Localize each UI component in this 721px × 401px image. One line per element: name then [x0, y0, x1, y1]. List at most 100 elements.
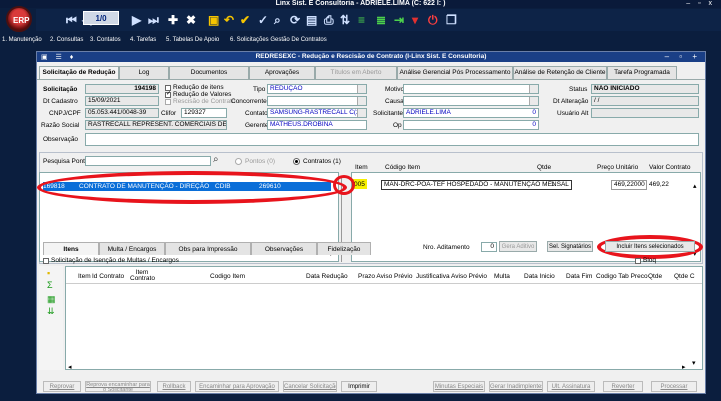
bottom-tab-observacoes[interactable]: Observações — [251, 242, 317, 255]
concorrente-label: Concorrente — [231, 98, 267, 105]
aditamento-field[interactable]: 0 — [481, 242, 497, 252]
menu-item-manutencao[interactable]: 1. Manutenção — [2, 36, 42, 45]
tab-aprovacoes[interactable]: Aprovações — [249, 66, 315, 79]
window-controls[interactable]: – ▫ + — [665, 52, 701, 62]
list-green-icon[interactable]: ≡ — [358, 13, 365, 27]
encaminhar-aprovacao-button[interactable]: Encaminhar para Aprovação — [195, 381, 279, 392]
check-icon[interactable]: ✓ — [258, 13, 268, 27]
search-icon[interactable]: ⌕ — [213, 154, 219, 165]
reprovar-button[interactable]: Reprovar — [43, 381, 81, 392]
motivo-select[interactable] — [403, 84, 539, 94]
concorrente-select[interactable] — [267, 96, 367, 106]
refresh-icon[interactable]: ⟳ — [290, 13, 300, 27]
page-counter-input[interactable]: 1/0 — [83, 11, 119, 25]
incluir-itens-button[interactable]: Incluir Itens selecionados — [605, 241, 695, 252]
menu-item-tarefas[interactable]: 4. Tarefas — [130, 36, 156, 45]
tab-titulos-aberto[interactable]: Títulos em Aberto — [315, 66, 397, 79]
bottom-tab-fidelizacao[interactable]: Fidelização — [317, 242, 371, 255]
minutas-especiais-button[interactable]: Minutas Especiais — [433, 381, 485, 392]
tipo-select[interactable]: REDUÇÃO — [267, 84, 367, 94]
save-icon[interactable]: ▣ — [208, 13, 219, 27]
sel-signatarios-button[interactable]: Sel. Signatários — [547, 241, 593, 252]
last-record-icon[interactable]: ⏭ — [148, 13, 159, 27]
stop-icon[interactable]: ⏻ — [428, 13, 438, 27]
sort-icon[interactable]: ⇅ — [340, 13, 350, 27]
rescisao-checkbox[interactable] — [165, 99, 171, 105]
collapse-icon[interactable]: ⇊ — [47, 306, 55, 317]
gerente-field[interactable]: MATHEUS.DROBINA — [267, 120, 367, 130]
ult-assinatura-button[interactable]: Ult. Assinatura — [547, 381, 595, 392]
tab-analise-retencao[interactable]: Análise de Retenção de Cliente — [513, 66, 607, 79]
excel-icon[interactable]: ▦ — [47, 294, 56, 305]
bottom-grid-scroll-right-icon[interactable]: ▸ — [682, 363, 686, 371]
rollback-button[interactable]: Rollback — [157, 381, 191, 392]
gerar-inadimplentes-button[interactable]: Gerar Inadimplentes — [489, 381, 543, 392]
causa-select[interactable] — [403, 96, 539, 106]
dt-alteracao-label: Dt Alteração — [553, 98, 589, 105]
processar-button[interactable]: Processar — [651, 381, 697, 392]
dt-cadastro-field[interactable]: 15/09/2021 — [85, 96, 159, 106]
item-preco[interactable]: 469,22000 — [611, 180, 647, 190]
menu-item-contatos[interactable]: 3. Contatos — [90, 36, 121, 45]
clifor-field[interactable]: 129327 — [181, 108, 227, 118]
contratos-radio[interactable] — [293, 158, 300, 165]
contato-select[interactable]: SAMSUNG-RASTRECALL C(269610 — [267, 108, 367, 118]
bottom-tab-multa[interactable]: Multa / Encargos — [99, 242, 165, 255]
undo-icon[interactable]: ↶ — [224, 13, 234, 27]
razao-social-field[interactable]: RASTRECALL REPRESENT. COMERCIAIS DE TELE… — [85, 120, 227, 130]
side-tools: ▪ Σ ▦ ⇊ — [39, 266, 63, 370]
tab-tarefa-programada[interactable]: Tarefa Programada — [607, 66, 677, 79]
first-record-icon[interactable]: ⏮ — [66, 13, 77, 27]
right-grid-scroll-up-icon[interactable]: ▴ — [693, 182, 697, 190]
window-system-icons[interactable]: ▣ ☰ ♦ — [41, 53, 76, 61]
dt-alteracao-field[interactable]: / / — [591, 96, 699, 106]
tab-documentos[interactable]: Documentos — [169, 66, 249, 79]
cnpj-field[interactable]: 05.053.441/0048-39 — [85, 108, 159, 118]
new-line-icon[interactable]: ▪ — [47, 268, 50, 278]
reducao-valores-checkbox[interactable]: ✓ — [165, 91, 171, 98]
cancelar-solicitacao-button[interactable]: Cancelar Solicitação — [283, 381, 337, 392]
delete-icon[interactable]: ✖ — [186, 13, 196, 27]
observacao-field[interactable] — [85, 133, 699, 146]
menu-item-solicitacoes[interactable]: 6. Solicitações Gestão De Contratos — [230, 36, 327, 45]
list-check-icon[interactable]: ≣ — [376, 13, 386, 27]
rescisao-label: Rescisão de Contrato — [173, 98, 236, 105]
app-window-controls[interactable]: – ▫ x — [686, 0, 715, 8]
imprimir-button[interactable]: Imprimir — [341, 381, 377, 392]
item-number[interactable]: 005 — [354, 180, 365, 189]
print-icon[interactable]: ⎙ — [324, 13, 334, 27]
sum-icon[interactable]: Σ — [47, 280, 53, 290]
pesquisa-ponto-input[interactable] — [85, 156, 211, 166]
bottom-tab-obs-impressao[interactable]: Obs para Impressão — [165, 242, 251, 255]
op-field[interactable]: 0 — [403, 120, 539, 130]
reprova-encaminhar-button[interactable]: Reprova encaminhar para o Solicitante — [85, 381, 151, 392]
arrow-down-icon[interactable]: ▾ — [412, 13, 418, 27]
bottom-grid-scroll-left-icon[interactable]: ◂ — [68, 363, 72, 371]
clifor-label: Clifor — [161, 110, 177, 117]
pontos-radio[interactable] — [235, 158, 242, 165]
isencao-checkbox[interactable] — [43, 258, 49, 264]
solicitante-field[interactable]: ADRIELE.LIMA 0 — [403, 108, 539, 118]
confirm-icon[interactable]: ✔ — [240, 13, 250, 27]
solicitacao-field[interactable]: 194198 — [85, 84, 159, 94]
tab-analise-gerencial[interactable]: Análise Gerencial Pós Processamento — [397, 66, 513, 79]
gera-aditivo-button[interactable]: Gera Aditivo — [499, 241, 537, 252]
export-icon[interactable]: ⇥ — [394, 13, 404, 27]
menu-item-consultas[interactable]: 2. Consultas — [50, 36, 83, 45]
item-code[interactable]: MAN-DRC-POA-TEF HOSPEDADO - MANUTENÇÃO M… — [381, 180, 572, 190]
bloq-checkbox[interactable] — [635, 258, 641, 264]
add-icon[interactable]: ✚ — [168, 13, 178, 27]
search-icon[interactable]: ⌕ — [274, 13, 281, 27]
menu-item-tabelas[interactable]: 5. Tabelas De Apoio — [166, 36, 219, 45]
reverter-button[interactable]: Reverter — [603, 381, 643, 392]
tab-log[interactable]: Log — [119, 66, 169, 79]
reduction-window: REDRESEXC - Redução e Rescisão de Contra… — [36, 51, 706, 394]
next-record-icon[interactable]: ▶ — [132, 13, 141, 27]
bottom-tab-itens[interactable]: Itens — [43, 242, 99, 255]
windows-icon[interactable]: ❐ — [446, 13, 457, 27]
bottom-grid-scroll-down-icon[interactable]: ▾ — [692, 359, 696, 367]
item-qtde: 1 — [551, 181, 555, 188]
bottom-items-grid: Item Id Contrato Item Contrato Codigo It… — [65, 266, 703, 371]
filter-icon[interactable]: ▤ — [306, 13, 317, 27]
tab-solicitacao-reducao[interactable]: Solicitação de Redução — [39, 66, 119, 80]
